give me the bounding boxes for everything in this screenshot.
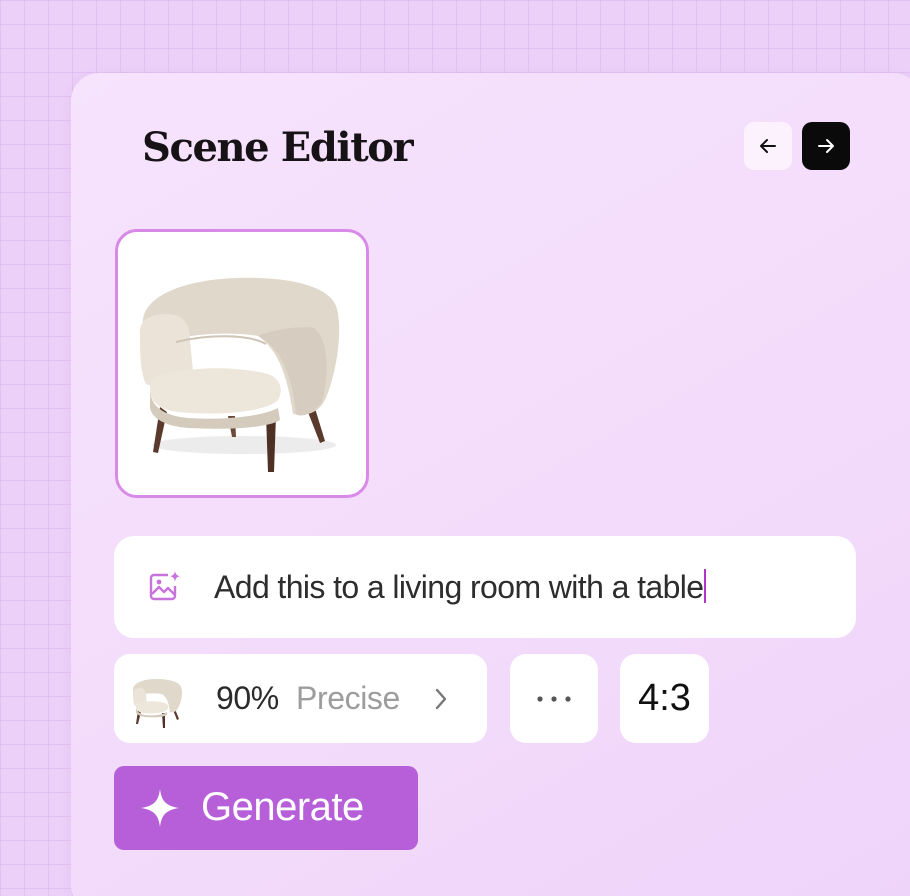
prompt-text: Add this to a living room with a table — [214, 564, 707, 610]
more-options-button[interactable] — [510, 654, 598, 743]
precision-selector[interactable]: 90% Precise — [114, 654, 487, 743]
armchair-image — [139, 277, 340, 472]
prompt-input[interactable]: Add this to a living room with a table — [114, 536, 856, 638]
page-title: Scene Editor — [142, 124, 414, 171]
next-button[interactable] — [802, 122, 850, 170]
text-caret — [704, 569, 707, 603]
arrow-left-icon — [760, 139, 776, 153]
image-sparkle-icon — [149, 571, 180, 601]
generate-button[interactable]: Generate — [114, 766, 418, 850]
more-dots-icon — [537, 695, 571, 702]
arrow-right-icon — [818, 139, 834, 153]
previous-button[interactable] — [744, 122, 792, 170]
armchair-thumbnail — [133, 679, 182, 728]
prompt-value: Add this to a living room with a table — [214, 569, 704, 605]
precision-mode: Precise — [296, 680, 400, 716]
aspect-ratio-button[interactable]: 4:3 — [620, 654, 709, 743]
sparkle-icon — [141, 789, 179, 827]
precision-percent: 90% — [216, 680, 279, 716]
generate-label: Generate — [201, 785, 364, 829]
chevron-right-icon — [435, 688, 447, 710]
reference-image-thumbnail[interactable] — [115, 229, 369, 498]
